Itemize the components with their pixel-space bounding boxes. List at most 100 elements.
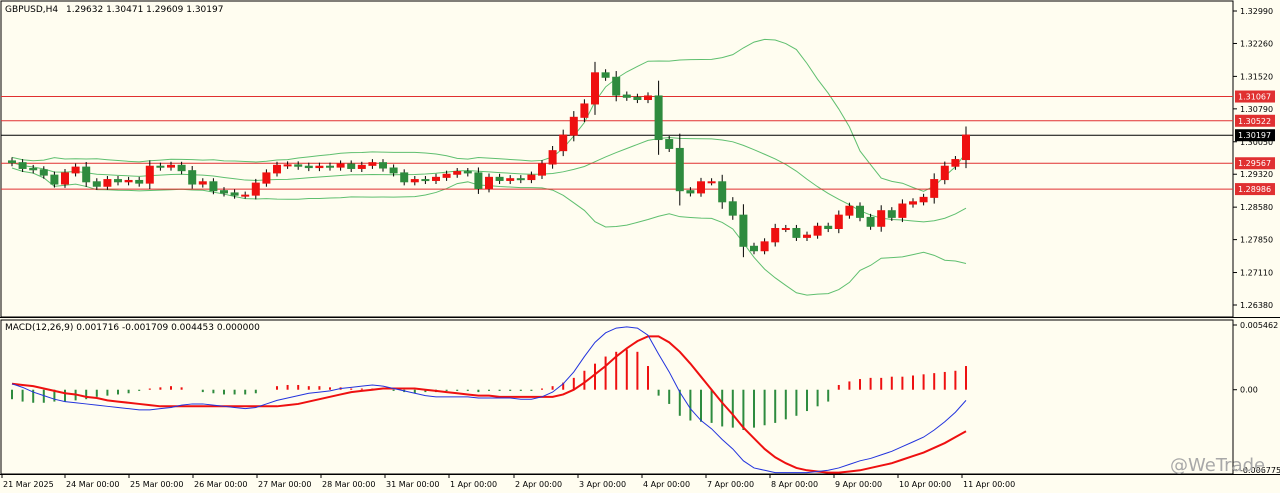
candle-body: [114, 179, 122, 183]
watermark: @WeTrade: [1170, 455, 1265, 476]
candle-body: [251, 182, 260, 196]
candle-body: [453, 171, 462, 175]
price-tick-label-6: 1.28580: [1240, 203, 1273, 212]
candle-body: [283, 164, 292, 167]
macd-tick-label-1: 0.00: [1240, 386, 1258, 395]
candle-body: [145, 165, 154, 184]
candle-body: [718, 181, 727, 203]
time-tick-label-2: 25 Mar 00:00: [130, 480, 183, 489]
time-tick-label-4: 27 Mar 00:00: [258, 480, 311, 489]
candle-body: [887, 210, 896, 218]
candle-body: [18, 162, 27, 169]
candle-body: [856, 205, 864, 218]
price-tick-label-7: 1.27850: [1240, 236, 1273, 245]
candle-body: [930, 179, 939, 198]
candle-body: [538, 163, 546, 176]
candle-body: [474, 172, 483, 189]
candle-body: [124, 179, 133, 183]
candle-body: [209, 181, 218, 192]
candle-body: [622, 94, 631, 98]
candle-body: [188, 170, 197, 185]
candle-body: [845, 205, 854, 216]
candle-body: [803, 234, 811, 238]
candle-body: [951, 159, 960, 167]
price-tick-label-3: 1.30790: [1240, 105, 1273, 114]
candle-body: [135, 179, 144, 184]
time-tick-label-7: 1 Apr 00:00: [450, 480, 497, 489]
candle-body: [919, 196, 928, 203]
candle-body: [400, 172, 409, 183]
candle-body: [8, 160, 16, 164]
level-label-0: 1.31067: [1238, 93, 1271, 102]
time-tick-label-10: 4 Apr 00:00: [643, 480, 690, 489]
price-tick-label-9: 1.26380: [1240, 301, 1273, 310]
symbol-header: GBPUSD,H4: [5, 5, 58, 15]
candle-body: [61, 172, 69, 185]
candle-body: [304, 165, 313, 169]
candle-body: [241, 194, 250, 197]
time-tick-label-8: 2 Apr 00:00: [515, 480, 562, 489]
price-chart[interactable]: 1.310671.305221.295671.289861.30197 1.32…: [0, 0, 1280, 493]
candle-body: [262, 172, 271, 184]
time-tick-label-12: 8 Apr 00:00: [771, 480, 818, 489]
candle-body: [103, 179, 112, 187]
price-tick-label-0: 1.32990: [1240, 7, 1273, 16]
candle-body: [50, 174, 59, 185]
time-tick-label-3: 26 Mar 00:00: [194, 480, 247, 489]
price-tick-label-4: 1.30050: [1240, 138, 1273, 147]
candle-body: [432, 176, 440, 181]
candle-body: [771, 227, 780, 243]
time-tick-label-0: 21 Mar 2025: [3, 480, 54, 489]
macd-tick-label-0: 0.005462: [1240, 321, 1278, 330]
candle-body: [82, 166, 91, 183]
candle-body: [824, 225, 833, 229]
candle-body: [326, 165, 334, 168]
time-tick-label-1: 24 Mar 00:00: [66, 480, 119, 489]
candle-body: [580, 103, 589, 118]
candle-body: [230, 192, 239, 196]
candle-body: [421, 179, 430, 182]
candle-body: [559, 134, 568, 152]
candle-body: [813, 225, 822, 236]
candle-body: [357, 164, 366, 169]
candle-body: [315, 165, 324, 169]
candle-body: [527, 174, 536, 181]
time-tick-label-9: 3 Apr 00:00: [579, 480, 626, 489]
candle-body: [506, 178, 515, 181]
price-tick-label-8: 1.27110: [1240, 269, 1273, 278]
candle-body: [368, 162, 377, 166]
candle-body: [898, 203, 907, 218]
candle-body: [92, 181, 101, 187]
candle-body: [612, 76, 621, 96]
candle-body: [834, 214, 843, 229]
candle-body: [167, 164, 175, 168]
price-tick-label-1: 1.32260: [1240, 39, 1273, 48]
candle-body: [156, 165, 165, 168]
candle-body: [781, 227, 790, 230]
candle-body: [697, 181, 705, 194]
candle-body: [739, 214, 748, 247]
candle-body: [198, 181, 207, 185]
candle-body: [39, 169, 48, 176]
time-tick-label-11: 7 Apr 00:00: [707, 480, 754, 489]
candle-body: [495, 176, 504, 181]
candle-body: [294, 164, 303, 167]
price-tick-label-2: 1.31520: [1240, 72, 1273, 81]
ohlc-header: 1.29632 1.30471 1.29609 1.30197: [66, 5, 223, 15]
candle-body: [336, 163, 345, 168]
candle-body: [962, 134, 970, 161]
candle-body: [29, 167, 38, 171]
time-tick-label-14: 10 Apr 00:00: [899, 480, 951, 489]
candle-body: [485, 176, 493, 189]
price-tick-label-5: 1.29320: [1240, 170, 1273, 179]
candle-body: [654, 95, 663, 141]
candle-body: [591, 72, 599, 105]
candle-body: [220, 190, 228, 194]
candle-body: [569, 116, 578, 136]
candle-body: [601, 72, 610, 78]
candle-body: [644, 95, 652, 101]
candle-body: [347, 163, 356, 169]
level-label-1: 1.30522: [1238, 117, 1271, 126]
candle-body: [273, 164, 281, 174]
level-label-3: 1.28986: [1238, 185, 1271, 194]
